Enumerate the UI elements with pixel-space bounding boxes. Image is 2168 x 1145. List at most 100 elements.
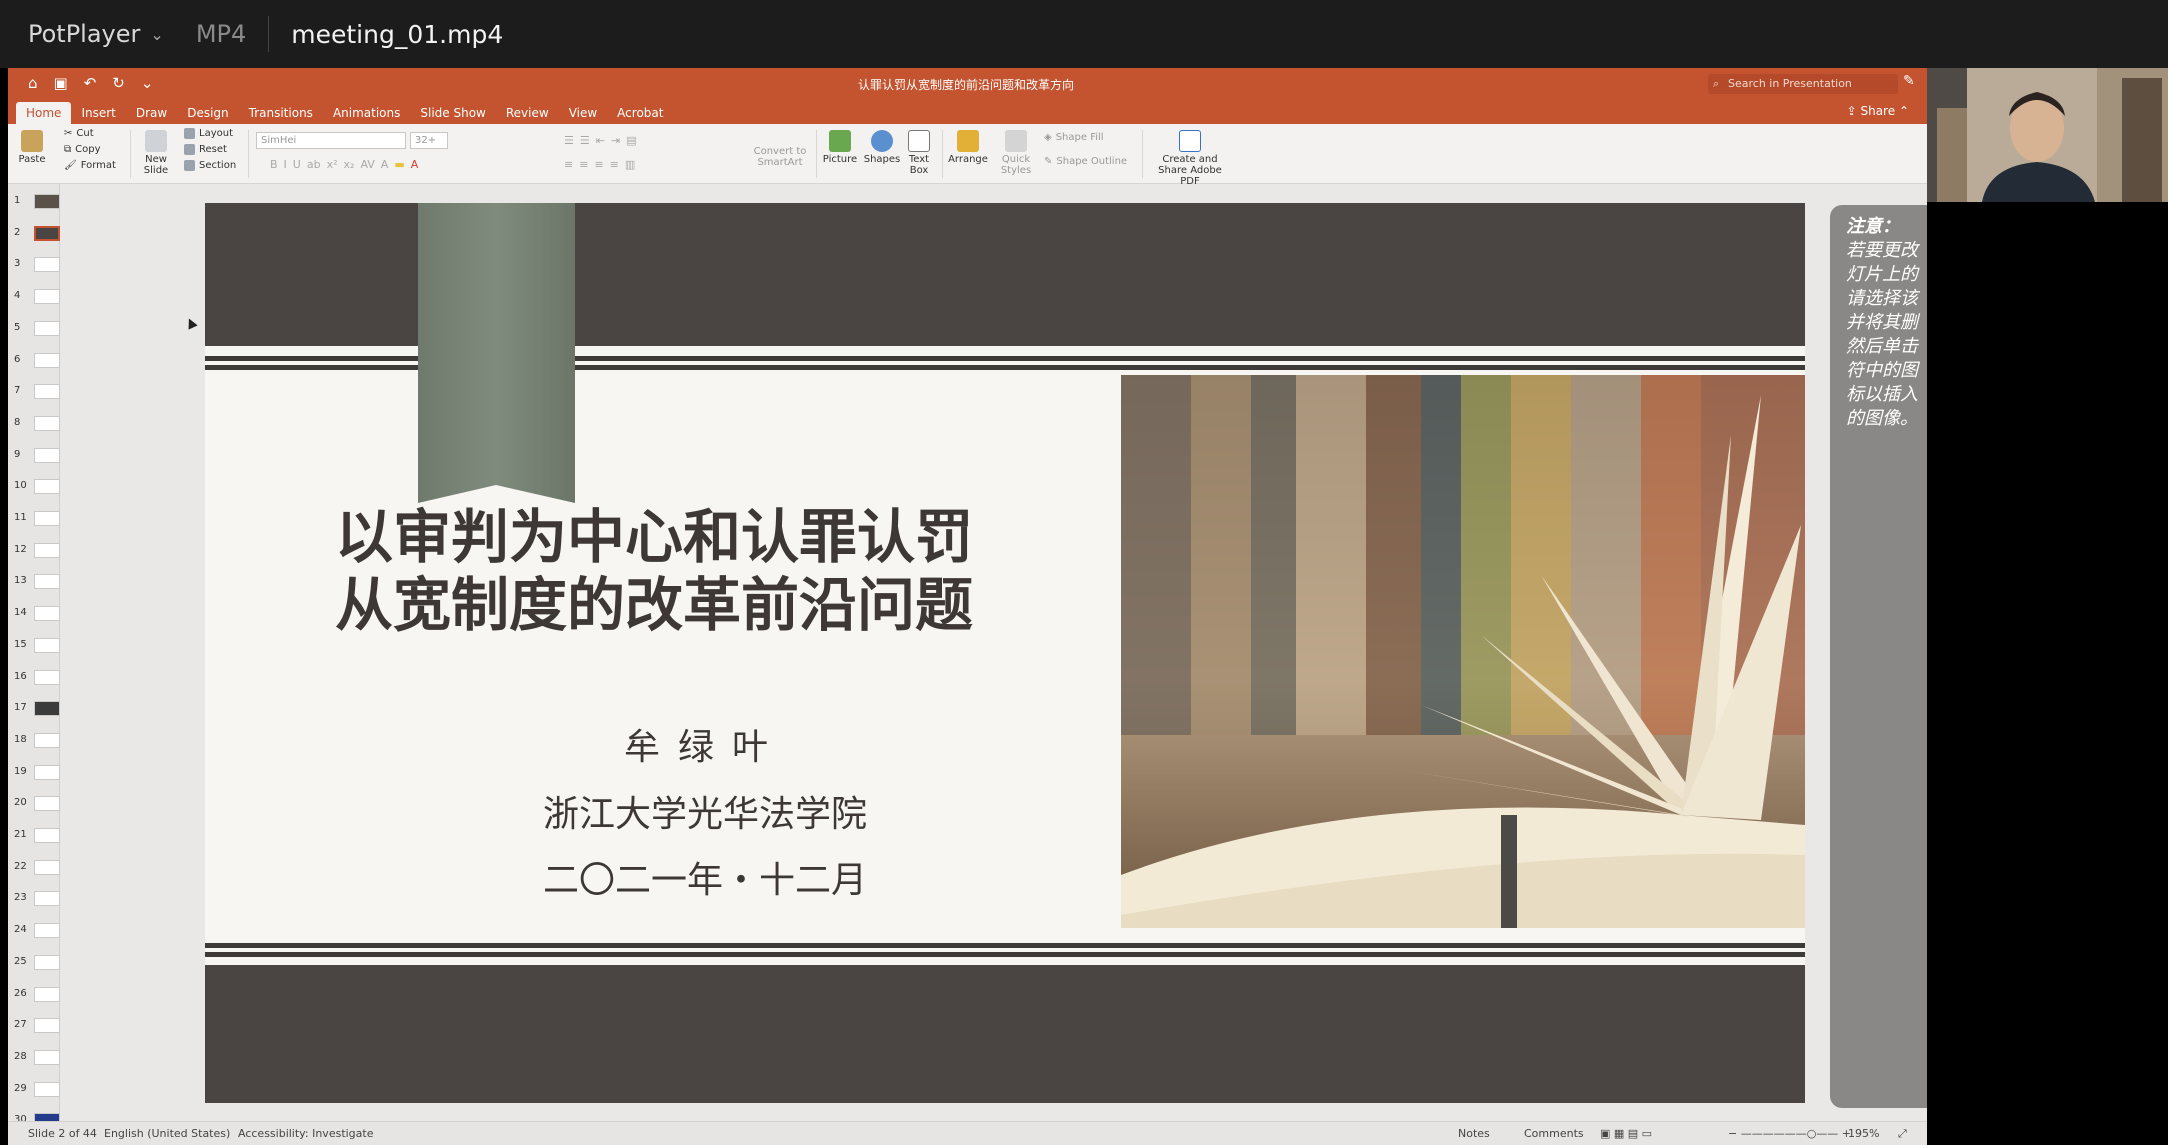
tab-acrobat[interactable]: Acrobat [607, 102, 673, 124]
reset-button[interactable]: Reset [184, 144, 227, 155]
view-buttons[interactable]: ▣ ▦ ▤ ▭ [1600, 1127, 1652, 1140]
section-button[interactable]: Section [184, 160, 236, 171]
cut-button[interactable]: ✂ Cut [64, 128, 94, 139]
slide-thumbnail[interactable]: 10 [8, 475, 60, 497]
slide-thumbnail[interactable]: 23 [8, 887, 60, 909]
slide-thumbnail[interactable]: 12 [8, 539, 60, 561]
institution[interactable]: 浙江大学光华法学院 [455, 785, 955, 837]
italic-icon[interactable]: I [284, 158, 287, 171]
convert-smartart-button[interactable]: Convert to SmartArt [748, 146, 812, 168]
subscript-icon[interactable]: x₂ [344, 158, 355, 171]
slide-thumbnail[interactable]: 27 [8, 1014, 60, 1036]
align-center-icon[interactable]: ≡ [579, 158, 588, 171]
slide-canvas[interactable]: 以审判为中心和认罪认罚 从宽制度的改革前沿问题 牟绿叶 浙江大学光华法学院 二〇… [205, 203, 1805, 1103]
shapes-button[interactable]: Shapes [862, 130, 902, 165]
picture-button[interactable]: Picture [822, 130, 858, 165]
tab-transitions[interactable]: Transitions [239, 102, 323, 124]
potplayer-menu-button[interactable]: PotPlayer ⌄ [28, 20, 164, 48]
slide-title[interactable]: 以审判为中心和认罪认罚 从宽制度的改革前沿问题 [335, 503, 973, 639]
save-icon[interactable]: ▣ [54, 74, 68, 92]
tab-review[interactable]: Review [496, 102, 559, 124]
slide-thumbnail[interactable]: 5 [8, 317, 60, 339]
tab-slide-show[interactable]: Slide Show [410, 102, 495, 124]
notes-button[interactable]: Notes [1458, 1127, 1490, 1140]
highlight-icon[interactable]: ▬ [394, 158, 404, 171]
text-box-button[interactable]: Text Box [904, 130, 934, 176]
slide-thumbnail[interactable]: 9 [8, 444, 60, 466]
bullets-icon[interactable]: ☰ [564, 134, 574, 147]
slide-thumbnail[interactable]: 1 [8, 190, 60, 212]
slide-thumbnail[interactable]: 16 [8, 666, 60, 688]
tab-insert[interactable]: Insert [71, 102, 125, 124]
slide-thumbnail[interactable]: 2 [8, 222, 60, 244]
slide-thumbnail[interactable]: 28 [8, 1046, 60, 1068]
accessibility[interactable]: Accessibility: Investigate [238, 1127, 374, 1140]
text-direction-icon[interactable]: ▥ [625, 158, 635, 171]
align-left-icon[interactable]: ≡ [564, 158, 573, 171]
font-size-field[interactable]: 32+ [410, 132, 448, 149]
slide-thumbnail[interactable]: 20 [8, 792, 60, 814]
superscript-icon[interactable]: x² [327, 158, 338, 171]
numbering-icon[interactable]: ☰ [580, 134, 590, 147]
slide-thumbnail[interactable]: 7 [8, 380, 60, 402]
format-painter-button[interactable]: 🖌 Format [64, 160, 116, 171]
slide-thumbnail[interactable]: 24 [8, 919, 60, 941]
slide-thumbnail[interactable]: 22 [8, 856, 60, 878]
language[interactable]: English (United States) [104, 1127, 230, 1140]
slide-thumbnail[interactable]: 6 [8, 349, 60, 371]
tab-home[interactable]: Home [16, 102, 72, 124]
tab-design[interactable]: Design [177, 102, 238, 124]
search-input[interactable]: Search in Presentation [1708, 74, 1898, 94]
slide-thumbnail[interactable]: 26 [8, 983, 60, 1005]
tab-animations[interactable]: Animations [323, 102, 410, 124]
redo-icon[interactable]: ↻ [112, 74, 125, 92]
font-name-field[interactable]: SimHei [256, 132, 406, 149]
copy-button[interactable]: ⧉ Copy [64, 144, 101, 155]
open-book-photo[interactable] [1121, 375, 1805, 928]
tab-view[interactable]: View [559, 102, 607, 124]
bold-icon[interactable]: B [270, 158, 278, 171]
undo-icon[interactable]: ↶ [84, 74, 97, 92]
shape-outline-button[interactable]: ✎ Shape Outline [1044, 156, 1127, 167]
slide-thumbnail[interactable]: 4 [8, 285, 60, 307]
customize-icon[interactable]: ⌄ [141, 74, 154, 92]
slide-thumbnail[interactable]: 29 [8, 1078, 60, 1100]
zoom-level[interactable]: 195% [1848, 1127, 1879, 1140]
home-icon[interactable]: ⌂ [28, 74, 38, 92]
indent-icon[interactable]: ⇥ [611, 134, 620, 147]
font-color-icon[interactable]: A [411, 158, 419, 171]
slide-thumbnail[interactable]: 14 [8, 602, 60, 624]
slide-thumbnail[interactable]: 17 [8, 697, 60, 719]
author[interactable]: 牟绿叶 [455, 718, 955, 770]
fit-slide-icon[interactable]: ⤢ [1898, 1127, 1907, 1141]
notification-icon[interactable]: ✎ [1903, 73, 1915, 89]
paste-button[interactable]: Paste [14, 130, 50, 165]
tab-draw[interactable]: Draw [126, 102, 177, 124]
comments-button[interactable]: Comments [1524, 1127, 1584, 1140]
align-right-icon[interactable]: ≡ [594, 158, 603, 171]
slide-thumbnail[interactable]: 19 [8, 761, 60, 783]
slide-thumbnail[interactable]: 18 [8, 729, 60, 751]
shape-fill-button[interactable]: ◈ Shape Fill [1044, 132, 1104, 143]
share-button[interactable]: ⇪ Share ⌃ [1847, 104, 1909, 118]
slide-thumbnail[interactable]: 8 [8, 412, 60, 434]
new-slide-button[interactable]: New Slide [136, 130, 176, 176]
clear-format-icon[interactable]: A [381, 158, 389, 171]
columns-icon[interactable]: ▤ [626, 134, 636, 147]
strike-icon[interactable]: ab [307, 158, 321, 171]
justify-icon[interactable]: ≡ [610, 158, 619, 171]
slide-thumbnail[interactable]: 13 [8, 570, 60, 592]
outdent-icon[interactable]: ⇤ [596, 134, 605, 147]
create-pdf-button[interactable]: Create and Share Adobe PDF [1148, 130, 1232, 187]
slide-thumbnail[interactable]: 11 [8, 507, 60, 529]
date[interactable]: 二〇二一年・十二月 [455, 851, 955, 903]
slide-thumbnail[interactable]: 3 [8, 253, 60, 275]
arrange-button[interactable]: Arrange [946, 130, 990, 165]
quick-styles-button[interactable]: Quick Styles [994, 130, 1038, 176]
slide-thumbnail[interactable]: 21 [8, 824, 60, 846]
slide-thumbnail[interactable]: 15 [8, 634, 60, 656]
zoom-slider[interactable]: − ——————○—— + [1728, 1127, 1851, 1140]
underline-icon[interactable]: U [293, 158, 301, 171]
slide-thumbnail[interactable]: 25 [8, 951, 60, 973]
spacing-icon[interactable]: AV [360, 158, 374, 171]
